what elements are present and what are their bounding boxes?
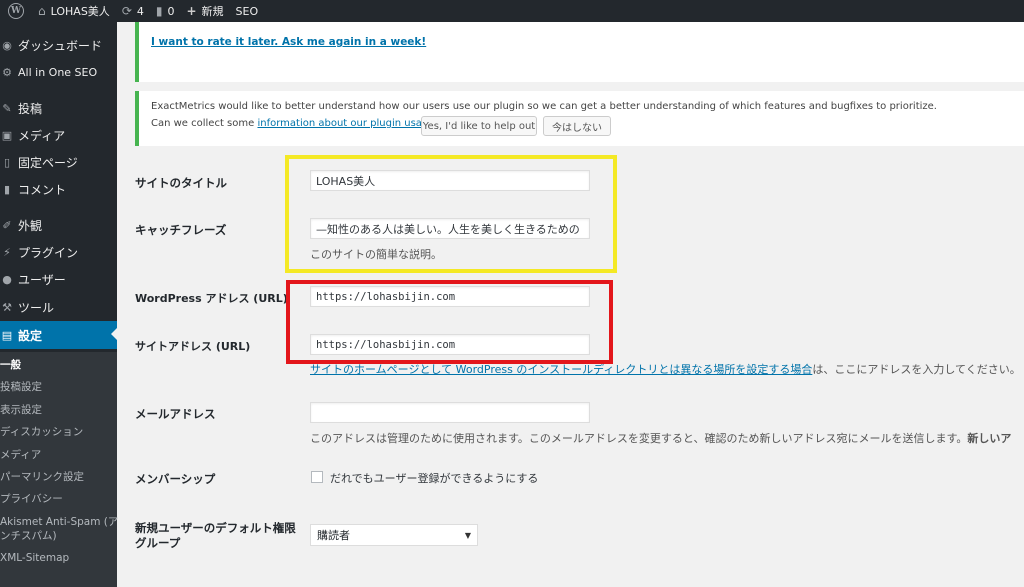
default-role-value: 購読者 bbox=[317, 529, 350, 542]
menu-plugins[interactable]: ⚡ プラグイン bbox=[0, 239, 117, 265]
submenu-akismet-cont[interactable]: ンチスパム) bbox=[0, 529, 57, 543]
menu-media[interactable]: ▣ メディア bbox=[0, 122, 117, 148]
submenu-writing[interactable]: 投稿設定 bbox=[0, 380, 42, 394]
menu-all-in-one-seo[interactable]: ⚙ All in One SEO bbox=[0, 59, 117, 85]
submenu-permalinks[interactable]: パーマリンク設定 bbox=[0, 470, 84, 484]
menu-pages[interactable]: ▯ 固定ページ bbox=[0, 149, 117, 175]
wp-logo-button[interactable]: W bbox=[0, 0, 32, 22]
menu-label: All in One SEO bbox=[18, 65, 98, 79]
rate-later-link[interactable]: I want to rate it later. Ask me again in… bbox=[151, 36, 426, 48]
menu-label: プラグイン bbox=[18, 245, 79, 260]
new-label: 新規 bbox=[201, 5, 224, 18]
menu-appearance[interactable]: ✐ 外観 bbox=[0, 212, 117, 238]
submenu-discussion[interactable]: ディスカッション bbox=[0, 425, 83, 439]
email-description: このアドレスは管理のために使用されます。このメールアドレスを変更すると、確認のた… bbox=[310, 430, 1011, 446]
menu-label: 投稿 bbox=[18, 101, 43, 116]
comment-icon: ▮ bbox=[3, 182, 11, 196]
updates-count: 4 bbox=[136, 4, 144, 18]
seo-menu-link[interactable]: SEO bbox=[230, 0, 265, 22]
comments-link[interactable]: ▮ 0 bbox=[150, 0, 181, 22]
site-title-label: サイトのタイトル bbox=[135, 176, 227, 190]
menu-tools[interactable]: ⚒ ツール bbox=[0, 294, 117, 320]
menu-users[interactable]: ● ユーザー bbox=[0, 266, 117, 292]
menu-dashboard[interactable]: ◉ ダッシュボード bbox=[0, 32, 117, 58]
menu-label: ダッシュボード bbox=[18, 38, 103, 53]
submenu-reading[interactable]: 表示設定 bbox=[0, 403, 42, 417]
exactmetrics-question: Can we collect some information about ou… bbox=[151, 118, 440, 129]
wordpress-logo-icon: W bbox=[8, 3, 24, 19]
menu-label: ユーザー bbox=[18, 272, 66, 287]
updates-link[interactable]: ⟳ 4 bbox=[116, 0, 150, 22]
menu-label: 外観 bbox=[18, 218, 43, 233]
site-address-desc-rest: は、ここにアドレスを入力してください。 bbox=[812, 363, 1021, 376]
menu-label: 設定 bbox=[18, 328, 43, 343]
menu-settings[interactable]: ▤ 設定 bbox=[0, 321, 117, 349]
email-input[interactable] bbox=[310, 402, 590, 423]
menu-label: ツール bbox=[18, 300, 55, 315]
membership-checkbox[interactable] bbox=[311, 471, 323, 483]
comments-count: 0 bbox=[167, 4, 175, 18]
tagline-label: キャッチフレーズ bbox=[135, 223, 227, 237]
seo-label: SEO bbox=[235, 4, 259, 18]
wrench-icon: ⚒ bbox=[2, 300, 12, 314]
pin-icon: ✎ bbox=[2, 101, 12, 115]
page-icon: ▯ bbox=[3, 155, 11, 169]
menu-label: コメント bbox=[18, 182, 67, 197]
membership-checkbox-label[interactable]: だれでもユーザー登録ができるようにする bbox=[330, 470, 538, 486]
user-icon: ● bbox=[2, 272, 12, 286]
dashboard-icon: ◉ bbox=[2, 38, 12, 52]
wordpress-address-label: WordPress アドレス (URL) bbox=[135, 292, 288, 305]
menu-comments[interactable]: ▮ コメント bbox=[0, 176, 117, 202]
default-role-label-line2: グループ bbox=[135, 536, 181, 550]
email-desc-bold: 新しいア bbox=[967, 432, 1012, 445]
new-content-link[interactable]: + 新規 bbox=[180, 0, 229, 22]
settings-submenu: 一般 投稿設定 表示設定 ディスカッション メディア パーマリンク設定 プライバ… bbox=[0, 352, 118, 587]
membership-label: メンバーシップ bbox=[135, 472, 216, 486]
media-icon: ▣ bbox=[1, 128, 13, 142]
site-name-link[interactable]: ⌂ LOHAS美人 bbox=[32, 0, 116, 22]
submenu-general[interactable]: 一般 bbox=[0, 358, 21, 372]
plus-icon: + bbox=[186, 4, 197, 18]
usage-info-link[interactable]: information about our plugin usage? bbox=[257, 118, 439, 129]
question-prefix: Can we collect some bbox=[151, 118, 258, 129]
submenu-xml-sitemap[interactable]: XML-Sitemap bbox=[0, 551, 69, 565]
brush-icon: ✐ bbox=[2, 218, 12, 232]
menu-label: メディア bbox=[18, 128, 66, 143]
settings-icon: ▤ bbox=[1, 328, 13, 342]
default-role-label-line1: 新規ユーザーのデフォルト権限 bbox=[135, 521, 296, 535]
site-address-label: サイトアドレス (URL) bbox=[135, 340, 251, 353]
plugin-icon: ⚡ bbox=[3, 245, 11, 259]
default-role-select[interactable]: 購読者 ▼ bbox=[310, 524, 478, 546]
submenu-media[interactable]: メディア bbox=[0, 448, 41, 462]
gear-icon: ⚙ bbox=[2, 65, 12, 79]
admin-bar: W ⌂ LOHAS美人 ⟳ 4 ▮ 0 + 新規 SEO bbox=[0, 0, 1024, 22]
help-out-button[interactable]: Yes, I'd like to help out bbox=[421, 116, 537, 136]
exactmetrics-message: ExactMetrics would like to better unders… bbox=[151, 101, 937, 112]
comment-bubble-icon: ▮ bbox=[155, 4, 163, 18]
submenu-akismet[interactable]: Akismet Anti-Spam (ア bbox=[0, 515, 118, 529]
submenu-privacy[interactable]: プライバシー bbox=[0, 492, 63, 506]
email-desc-text: このアドレスは管理のために使用されます。このメールアドレスを変更すると、確認のた… bbox=[310, 432, 968, 445]
menu-posts[interactable]: ✎ 投稿 bbox=[0, 95, 117, 121]
refresh-icon: ⟳ bbox=[121, 4, 132, 18]
site-address-help-link[interactable]: サイトのホームページとして WordPress のインストールディレクトリとは異… bbox=[310, 363, 812, 376]
menu-label: 固定ページ bbox=[18, 155, 78, 170]
site-name-label: LOHAS美人 bbox=[50, 5, 110, 18]
not-now-button[interactable]: 今はしない bbox=[543, 116, 611, 136]
chevron-down-icon: ▼ bbox=[464, 530, 471, 540]
home-icon: ⌂ bbox=[38, 4, 46, 18]
rating-notice: I want to rate it later. Ask me again in… bbox=[135, 22, 1024, 82]
email-label: メールアドレス bbox=[135, 407, 216, 421]
red-highlight-box bbox=[286, 280, 613, 364]
yellow-highlight-box bbox=[285, 155, 617, 273]
admin-sidebar: ◉ ダッシュボード ⚙ All in One SEO ✎ 投稿 ▣ メディア ▯… bbox=[0, 22, 118, 587]
exactmetrics-notice: ExactMetrics would like to better unders… bbox=[135, 91, 1024, 146]
